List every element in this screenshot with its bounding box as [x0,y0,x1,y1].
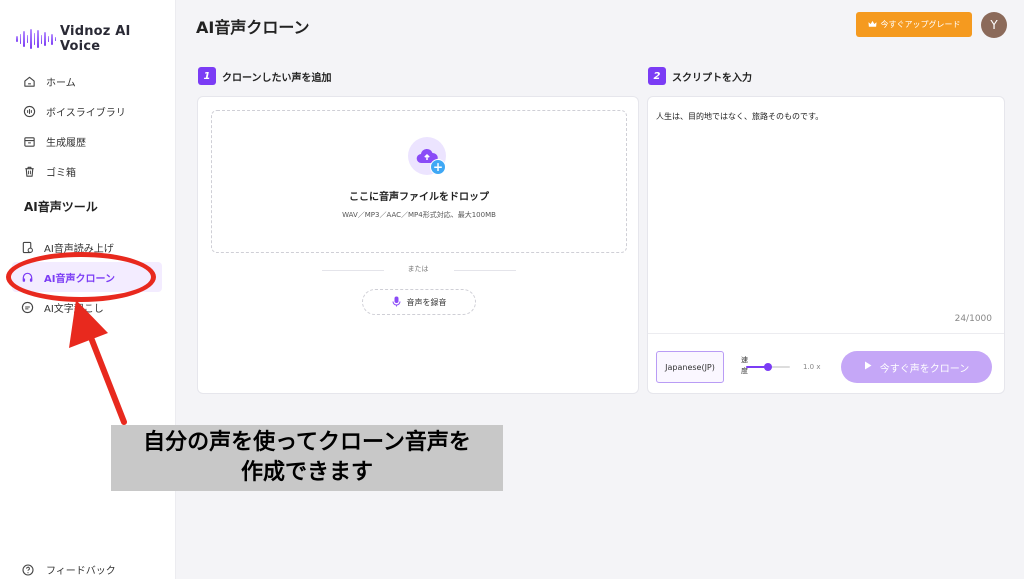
annotation-ellipse [6,252,156,302]
sidebar-item-label: ゴミ箱 [46,167,76,179]
upgrade-button[interactable]: 今すぐアップグレード [856,12,972,37]
annotation-caption-line1: 自分の声を使ってクローン音声を [143,430,471,455]
microphone-icon [392,296,401,309]
char-counter: 24/1000 [954,314,992,324]
tools-section-title: AI音声ツール [24,200,98,214]
sidebar-item-history[interactable]: 生成履歴 [14,126,164,156]
step1-number: 1 [198,67,216,85]
speed-value: 1.0 x [803,363,821,371]
feedback-link[interactable]: フィードバック [22,562,116,577]
plus-icon: + [430,159,446,175]
sidebar-item-label: 生成履歴 [46,137,86,149]
record-label: 音声を録音 [406,297,447,307]
annotation-arrow-icon [69,300,127,425]
sidebar-item-voice-library[interactable]: ボイスライブラリ [14,96,164,126]
step2-title: スクリプトを入力 [672,72,752,84]
drop-title: ここに音声ファイルをドロップ [349,192,489,203]
voice-library-icon [22,104,36,118]
annotation-caption-line2: 作成できます [240,460,373,485]
step2-number: 2 [648,67,666,85]
annotation-caption: 自分の声を使ってクローン音声を 作成できます [111,425,503,491]
sidebar-nav: ホーム ボイスライブラリ 生成履歴 ゴミ箱 [14,66,164,186]
text-to-speech-icon [20,240,34,254]
drop-formats: WAV／MP3／AAC／MP4形式対応、最大100MB [342,211,496,219]
crown-icon [867,20,877,30]
sidebar-item-trash[interactable]: ゴミ箱 [14,156,164,186]
sidebar-item-label: ボイスライブラリ [46,107,126,119]
divider-right [454,270,516,271]
language-select[interactable]: Japanese(JP) [656,351,724,383]
trash-icon [22,164,36,178]
record-audio-button[interactable]: 音声を録音 [362,289,476,315]
step1-title: クローンしたい声を追加 [222,72,332,84]
transcribe-icon [20,300,34,314]
card-divider [648,333,1004,334]
logo-waveform-icon [16,28,56,50]
history-icon [22,134,36,148]
upgrade-label: 今すぐアップグレード [880,20,961,29]
upload-card: + ここに音声ファイルをドロップ WAV／MP3／AAC／MP4形式対応、最大1… [197,96,639,394]
step2-header: 2 スクリプトを入力 [648,67,752,85]
audio-dropzone[interactable]: + ここに音声ファイルをドロップ WAV／MP3／AAC／MP4形式対応、最大1… [211,110,627,253]
avatar[interactable]: Y [981,12,1007,38]
step1-header: 1 クローンしたい声を追加 [198,67,332,85]
speed-slider-knob[interactable] [764,363,772,371]
page-title: AI音声クローン [196,18,310,37]
script-textarea[interactable]: 人生は、目的地ではなく、旅路そのものです。 [656,111,823,122]
sidebar-item-home[interactable]: ホーム [14,66,164,96]
clone-label: 今すぐ声をクローン [879,363,970,375]
home-icon [22,74,36,88]
play-icon [864,361,872,373]
clone-voice-button[interactable]: 今すぐ声をクローン [841,351,992,383]
sidebar-item-label: ホーム [46,77,76,89]
logo[interactable]: Vidnoz AI Voice [16,24,175,54]
script-card: 人生は、目的地ではなく、旅路そのものです。 24/1000 Japanese(J… [647,96,1005,394]
help-circle-icon [22,563,34,576]
upload-cloud-icon: + [408,137,446,175]
or-separator: または [407,265,429,273]
logo-text: Vidnoz AI Voice [60,24,131,54]
feedback-label: フィードバック [46,566,116,577]
speed-slider[interactable] [746,363,790,371]
